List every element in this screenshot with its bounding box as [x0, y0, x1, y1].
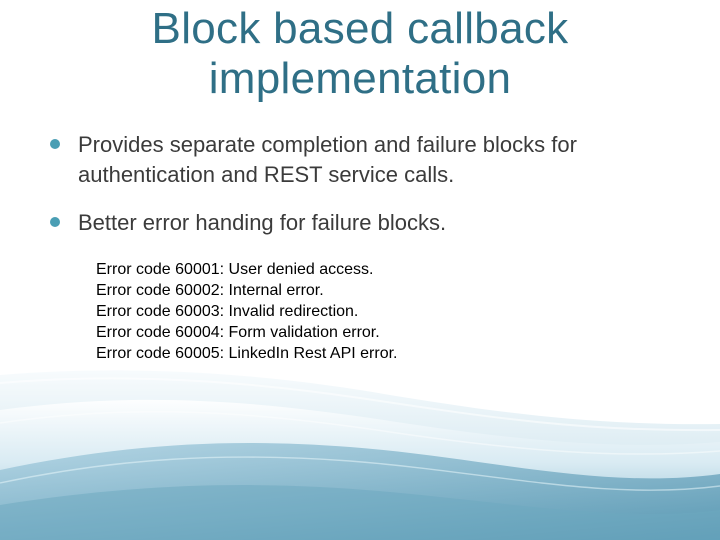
bullet-dot-icon: [50, 217, 60, 227]
error-code-60002: Error code 60002: Internal error.: [96, 282, 324, 299]
error-code-60001: Error code 60001: User denied access.: [96, 261, 374, 278]
title-line-2: implementation: [208, 54, 512, 103]
bullet-item-completion-failure-blocks: Provides separate completion and failure…: [50, 130, 690, 190]
bullet-line-2: authentication and REST service calls.: [78, 162, 455, 187]
slide: Block based callback implementation Prov…: [0, 0, 720, 540]
bullet-line-1: Provides separate completion and failure…: [78, 132, 577, 157]
title-line-1: Block based callback: [151, 4, 569, 53]
bullet-item-error-handling: Better error handing for failure blocks.: [50, 208, 690, 238]
error-code-60004: Error code 60004: Form validation error.: [96, 324, 380, 341]
bullet-line: Better error handing for failure blocks.: [78, 210, 447, 235]
error-code-60003: Error code 60003: Invalid redirection.: [96, 303, 359, 320]
error-code-60005: Error code 60005: LinkedIn Rest API erro…: [96, 345, 398, 362]
error-code-list: Error code 60001: User denied access. Er…: [96, 259, 656, 364]
bullet-list: Provides separate completion and failure…: [50, 130, 690, 238]
bullet-dot-icon: [50, 139, 60, 149]
slide-title: Block based callback implementation: [40, 4, 680, 104]
